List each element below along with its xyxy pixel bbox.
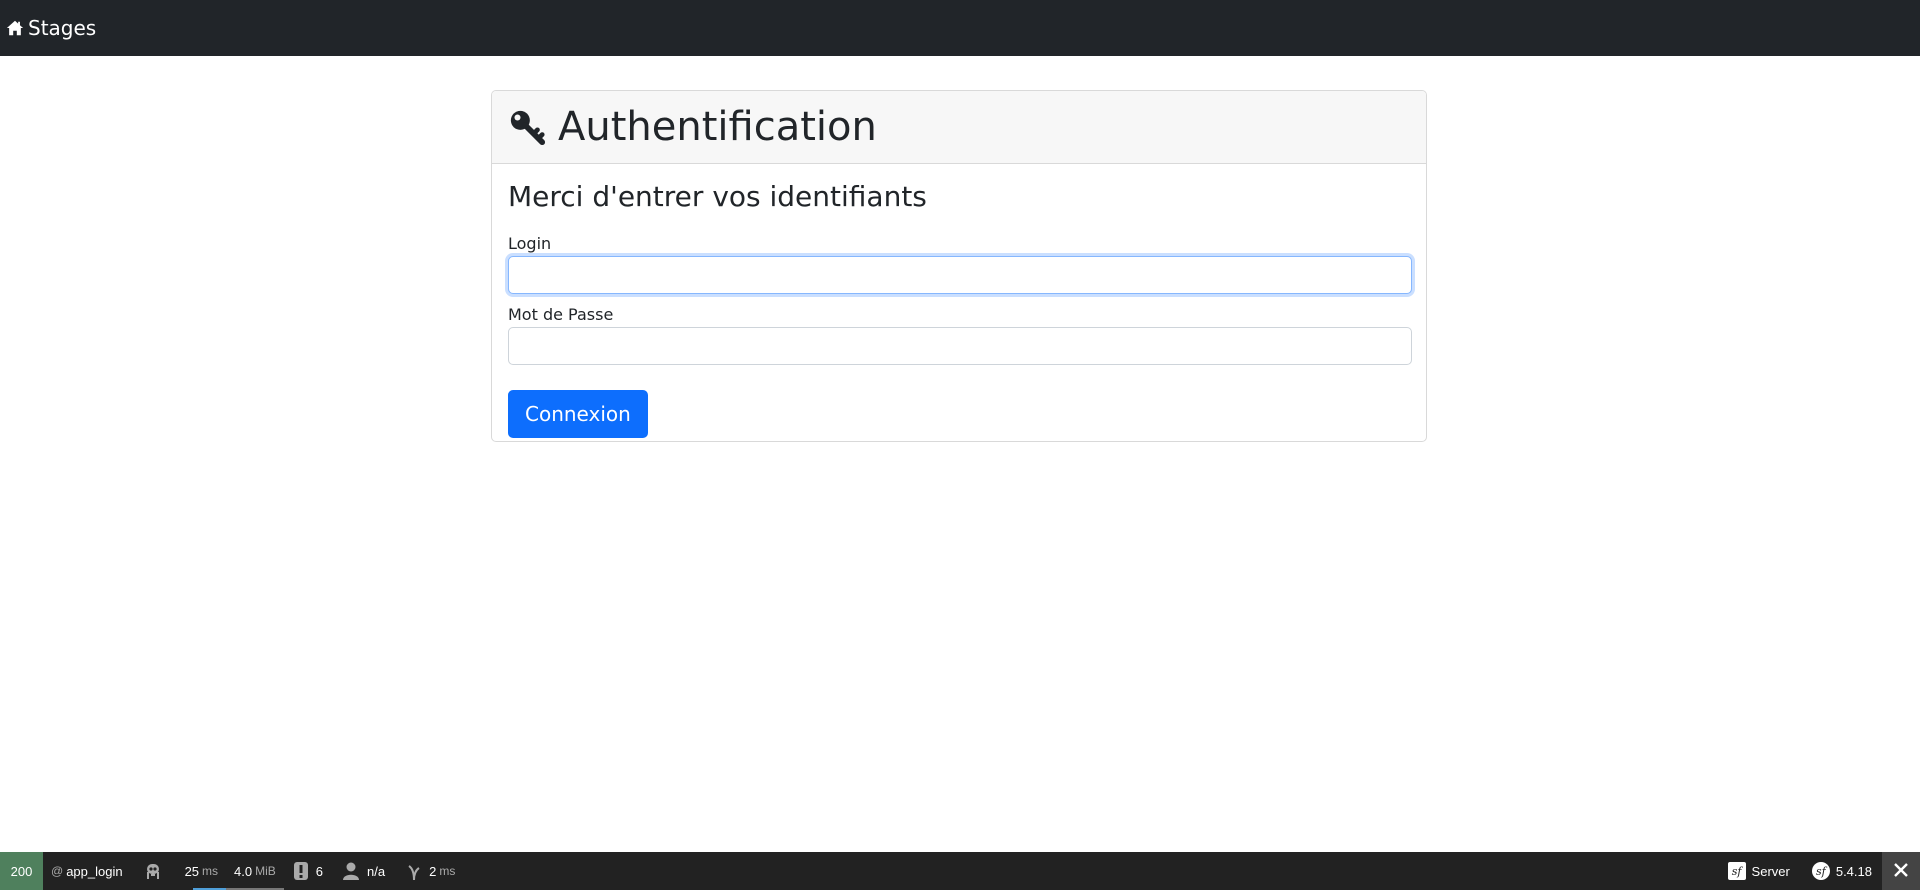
card-body: Merci d'entrer vos identifiants Login Mo… (492, 164, 1426, 441)
user-value: n/a (367, 863, 386, 879)
key-icon (508, 108, 558, 146)
memory-unit: MiB (255, 864, 276, 878)
route-name: app_login (66, 863, 123, 879)
version-value: 5.4.18 (1835, 863, 1872, 879)
symfony-server-icon: sf (1727, 862, 1746, 880)
login-input[interactable] (508, 255, 1412, 294)
toolbar-right: sf Server sf 5.4.18 (1716, 852, 1920, 890)
brand-link[interactable]: Stages (6, 16, 96, 40)
twig-value: 2 (429, 863, 437, 879)
twig-unit: ms (439, 864, 456, 878)
ghost-icon (143, 861, 163, 881)
logs-count: 6 (315, 863, 324, 879)
debug-toolbar: 200 @ app_login 25 ms 4.0 MiB 6 n/a 2 ms… (0, 852, 1920, 890)
connexion-button[interactable]: Connexion (508, 389, 648, 438)
server-label: Server (1751, 863, 1790, 879)
login-card: Authentification Merci d'entrer vos iden… (491, 90, 1427, 442)
time-value: 25 (184, 863, 200, 879)
close-toolbar-button[interactable] (1882, 852, 1920, 890)
card-header: Authentification (492, 91, 1426, 164)
page-title: Authentification (558, 104, 877, 150)
user-icon (343, 862, 360, 880)
password-input[interactable] (508, 326, 1412, 365)
time-unit: ms (202, 864, 219, 878)
server-item[interactable]: sf Server (1716, 852, 1802, 890)
password-label: Mot de Passe (508, 304, 614, 324)
time-item[interactable]: 25 ms (177, 852, 227, 890)
twig-item[interactable]: 2 ms (395, 852, 467, 890)
brand-label: Stages (28, 16, 97, 40)
form-subtitle: Merci d'entrer vos identifiants (508, 180, 927, 213)
version-item[interactable]: sf 5.4.18 (1802, 852, 1882, 890)
twig-icon (407, 862, 421, 880)
symfony-logo-icon: sf (1811, 862, 1830, 880)
home-icon (6, 19, 28, 37)
memory-item[interactable]: 4.0 MiB (226, 852, 284, 890)
route-prefix: @ (51, 864, 64, 878)
profiler-item[interactable] (129, 852, 177, 890)
exclamation-icon (293, 862, 308, 880)
login-label: Login (508, 233, 552, 253)
route-item[interactable]: @ app_login (43, 852, 129, 890)
security-item[interactable]: n/a (333, 852, 395, 890)
memory-value: 4.0 (234, 863, 253, 879)
logs-item[interactable]: 6 (284, 852, 333, 890)
status-badge[interactable]: 200 (0, 852, 43, 890)
top-navbar: Stages (0, 0, 1920, 56)
close-icon (1893, 862, 1909, 881)
status-code: 200 (10, 863, 33, 879)
